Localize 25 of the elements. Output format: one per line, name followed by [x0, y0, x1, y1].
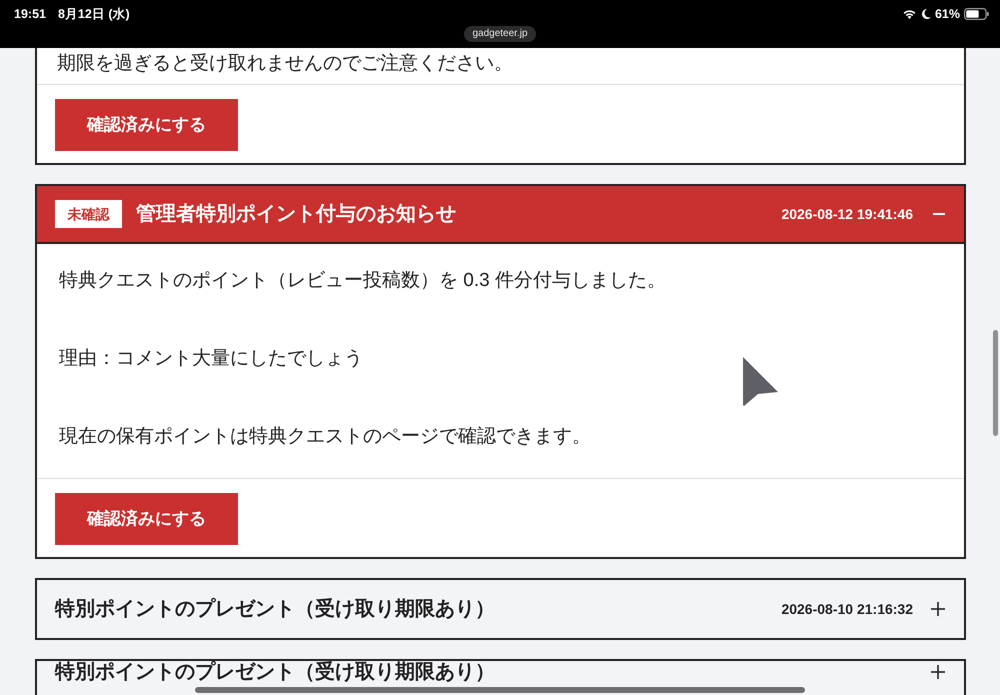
notice-text: 期限を過ぎると受け取れませんのでご注意ください。 — [57, 52, 514, 76]
clock-date: 8月12日 (水) — [58, 8, 130, 20]
battery-icon — [964, 8, 989, 20]
notice-text: 理由：コメント大量にしたでしょう — [59, 347, 364, 371]
notice-timestamp: 2026-08-10 21:16:32 — [781, 600, 913, 618]
confirm-button[interactable]: 確認済みにする — [55, 99, 238, 151]
plus-icon[interactable] — [931, 665, 945, 679]
notice-timestamp: 2026-08-12 19:41:46 — [781, 204, 913, 224]
confirm-button[interactable]: 確認済みにする — [55, 493, 238, 545]
minus-icon[interactable] — [933, 212, 945, 216]
plus-icon[interactable] — [931, 602, 945, 616]
notice-text: 現在の保有ポイントは特典クエストのページで確認できます。 — [59, 425, 592, 449]
battery-percent: 61% — [934, 8, 960, 20]
pointer-icon — [742, 357, 779, 406]
moon-icon — [922, 9, 931, 19]
address-pill[interactable]: gadgeteer.jp — [464, 26, 536, 42]
clock-time: 19:51 — [14, 8, 46, 20]
notice-text: 特典クエストのポイント（レビュー投稿数）を 0.3 件分付与しました。 — [59, 269, 667, 293]
notice-title: 特別ポイントのプレゼント（受け取り期限あり） — [55, 662, 495, 682]
notice-header[interactable]: 特別ポイントのプレゼント（受け取り期限あり） 2026-08-10 21:16:32 — [37, 580, 964, 638]
wifi-icon — [902, 9, 916, 19]
unread-badge: 未確認 — [55, 200, 122, 228]
notice-header[interactable]: 未確認 管理者特別ポイント付与のお知らせ 2026-08-12 19:41:46 — [37, 186, 964, 244]
notice-title: 管理者特別ポイント付与のお知らせ — [136, 202, 456, 227]
notice-title: 特別ポイントのプレゼント（受け取り期限あり） — [55, 596, 495, 622]
